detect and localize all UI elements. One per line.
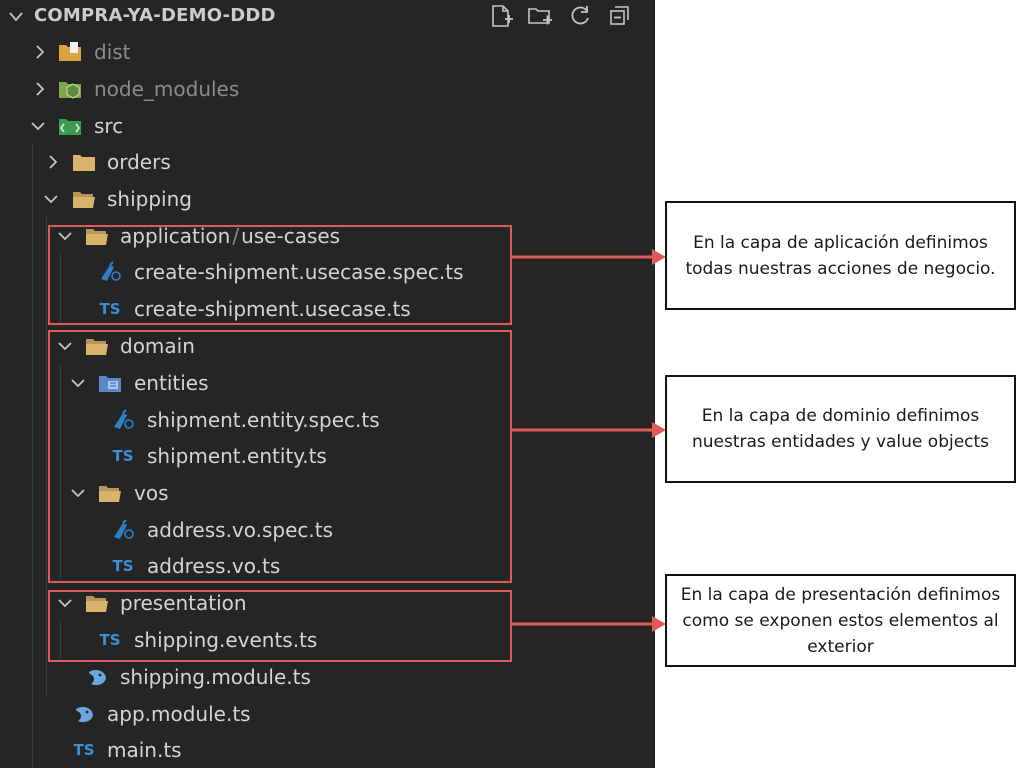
tree-item-label: node_modules	[94, 77, 240, 101]
file-explorer: COMPRA-YA-DEMO-DDD dist node_modules src…	[0, 0, 655, 768]
tree-item-node-modules[interactable]: node_modules	[0, 71, 655, 107]
tree-item-label: app.module.ts	[107, 702, 251, 726]
tree-item-label: shipping	[107, 187, 192, 211]
chevron-right-icon[interactable]	[32, 81, 48, 97]
annotation-domain: En la capa de dominio definimos nuestras…	[665, 375, 1016, 483]
tree-item-main[interactable]: TS main.ts	[0, 732, 655, 768]
explorer-header: COMPRA-YA-DEMO-DDD	[0, 0, 655, 34]
tree-item-orders[interactable]: orders	[0, 144, 655, 180]
tree-item-shipping[interactable]: shipping	[0, 181, 655, 217]
annotation-presentation: En la capa de presentación definimos com…	[665, 574, 1016, 667]
tree-item-src[interactable]: src	[0, 108, 655, 144]
new-file-icon[interactable]	[488, 3, 514, 29]
highlight-domain-layer	[48, 330, 512, 583]
arrow-right-icon	[510, 249, 666, 265]
refresh-icon[interactable]	[567, 3, 593, 29]
typescript-icon: TS	[73, 741, 95, 759]
project-title[interactable]: COMPRA-YA-DEMO-DDD	[34, 6, 276, 26]
folder-icon	[73, 155, 95, 171]
annotation-application: En la capa de aplicación definimos todas…	[665, 201, 1016, 310]
highlight-application-layer	[48, 225, 512, 325]
chevron-down-icon[interactable]	[43, 191, 59, 207]
chevron-down-icon[interactable]	[30, 118, 46, 134]
annotation-text: En la capa de presentación definimos com…	[680, 584, 1001, 657]
folder-dist-icon	[59, 42, 81, 61]
tree-item-label: orders	[107, 150, 171, 174]
annotation-text: En la capa de aplicación definimos todas…	[685, 232, 996, 279]
tree-item-app-module[interactable]: app.module.ts	[0, 696, 655, 732]
nest-module-icon	[89, 670, 106, 686]
tree-item-label: src	[94, 114, 124, 138]
nest-module-icon	[76, 707, 93, 723]
tree-item-dist[interactable]: dist	[0, 34, 655, 70]
folder-open-icon	[73, 192, 95, 208]
chevron-right-icon[interactable]	[45, 154, 61, 170]
tree-item-label: shipping.module.ts	[120, 665, 311, 689]
collapse-all-icon[interactable]	[607, 3, 633, 29]
chevron-right-icon[interactable]	[32, 44, 48, 60]
folder-src-icon	[59, 119, 81, 135]
tree-item-label: dist	[94, 40, 131, 64]
highlight-presentation-layer	[48, 590, 512, 662]
annotation-text: En la capa de dominio definimos nuestras…	[691, 406, 990, 452]
new-folder-icon[interactable]	[527, 3, 553, 29]
chevron-down-icon[interactable]	[8, 10, 24, 24]
folder-node-icon	[59, 82, 81, 99]
arrow-right-icon	[510, 616, 666, 632]
tree-item-shipping-module[interactable]: shipping.module.ts	[0, 659, 655, 695]
arrow-right-icon	[510, 422, 666, 438]
tree-item-label: main.ts	[107, 738, 182, 762]
